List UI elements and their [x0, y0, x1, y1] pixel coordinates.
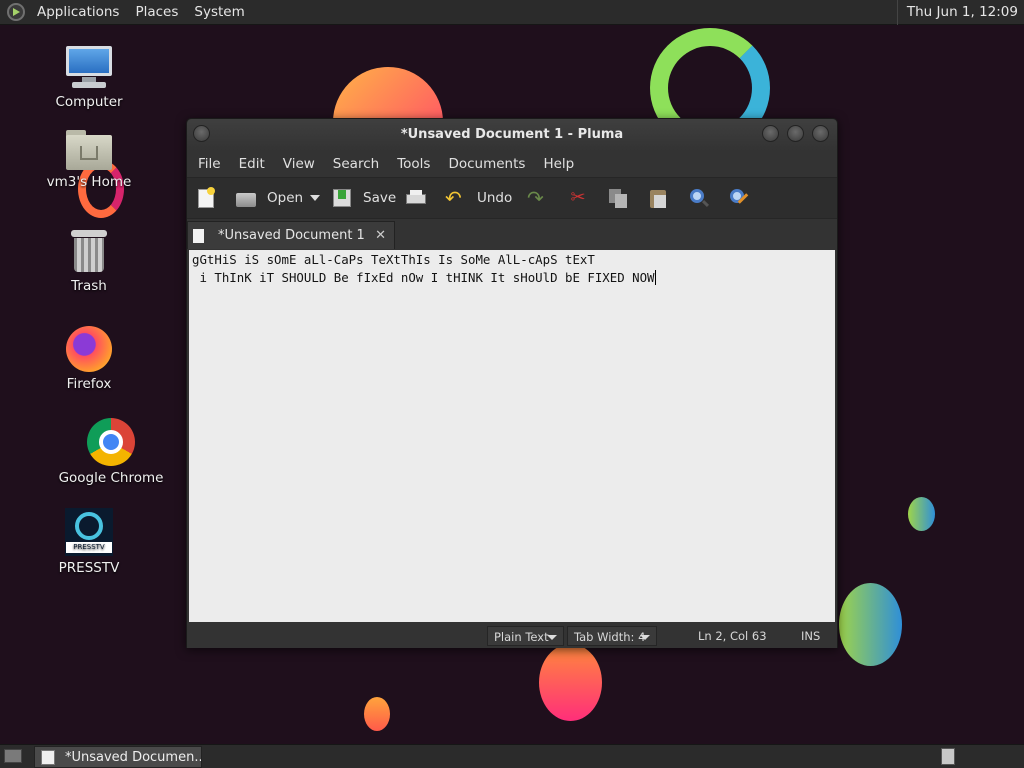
statusbar: Plain Text Tab Width: 4 Ln 2, Col 63 INS: [187, 624, 837, 648]
desktop-presstv[interactable]: PRESSTV PRESSTV: [34, 508, 144, 576]
wallpaper-teal-blob: [908, 497, 935, 531]
presstv-logo-text: PRESSTV: [66, 542, 112, 553]
desktop-icon-label: PRESSTV: [58, 560, 120, 576]
save-icon: [331, 187, 353, 209]
cut-icon: ✂: [570, 187, 586, 208]
new-document-icon: [195, 187, 217, 209]
menu-tools[interactable]: Tools: [388, 151, 439, 177]
redo-button[interactable]: ↷: [527, 181, 567, 215]
paste-button[interactable]: [647, 181, 687, 215]
menu-edit[interactable]: Edit: [230, 151, 274, 177]
computer-icon: [64, 44, 114, 90]
save-button[interactable]: Save: [331, 181, 405, 215]
desktop-firefox[interactable]: Firefox: [34, 326, 144, 392]
find-replace-button[interactable]: [727, 181, 767, 215]
desktop-icon-label: Trash: [71, 278, 107, 294]
desktop-trash[interactable]: Trash: [34, 230, 144, 294]
desktop-icon-label: Google Chrome: [58, 470, 164, 486]
language-selector[interactable]: Plain Text: [487, 626, 564, 646]
chevron-down-icon: [547, 635, 557, 640]
desktop-home[interactable]: vm3's Home: [34, 130, 144, 190]
menu-view[interactable]: View: [274, 151, 324, 177]
insert-mode: INS: [801, 629, 821, 643]
document-tabbar: *Unsaved Document 1 ✕: [187, 219, 837, 249]
find-button[interactable]: [687, 181, 727, 215]
applications-menu[interactable]: Applications: [29, 0, 127, 25]
open-dropdown-button[interactable]: [307, 181, 331, 215]
find-replace-icon: [727, 187, 749, 209]
chevron-down-icon: [640, 635, 650, 640]
document-icon: [193, 228, 204, 243]
undo-button[interactable]: ↶ Undo: [439, 181, 527, 215]
cut-button[interactable]: ✂: [567, 181, 607, 215]
top-panel: Applications Places System Thu Jun 1, 12…: [0, 0, 1024, 25]
window-titlebar[interactable]: *Unsaved Document 1 - Pluma: [187, 119, 837, 151]
search-icon: [687, 187, 710, 209]
desktop-icon-label: vm3's Home: [46, 174, 132, 190]
editor-line-2: i ThInK iT SHOULD Be fIxEd nOw I tHINK I…: [192, 270, 656, 285]
window-menu-button[interactable]: [193, 125, 210, 142]
desktop-chrome[interactable]: Google Chrome: [56, 418, 166, 486]
chevron-down-icon: [310, 195, 320, 201]
paste-icon: [647, 187, 669, 209]
new-button[interactable]: [195, 181, 235, 215]
menubar: File Edit View Search Tools Documents He…: [187, 151, 837, 177]
pluma-app-icon: [41, 749, 55, 765]
text-editor-area[interactable]: gGtHiS iS sOmE aLl-CaPs TeXtThIs Is SoMe…: [189, 250, 835, 622]
undo-icon: ↶: [445, 186, 462, 210]
workspace-switcher[interactable]: [941, 748, 955, 765]
taskbar-button-pluma[interactable]: *Unsaved Documen...: [34, 746, 202, 768]
menu-help[interactable]: Help: [534, 151, 583, 177]
show-desktop-icon[interactable]: [4, 749, 22, 763]
tab-label: *Unsaved Document 1: [218, 228, 365, 243]
desktop-computer[interactable]: Computer: [34, 44, 144, 110]
wallpaper-pink-blob: [539, 644, 602, 721]
text-cursor: [654, 270, 656, 285]
window-title: *Unsaved Document 1 - Pluma: [400, 127, 624, 142]
editor-line-1: gGtHiS iS sOmE aLl-CaPs TeXtThIs Is SoMe…: [192, 252, 595, 267]
wallpaper-small-orange-blob: [364, 697, 390, 731]
mate-menu-icon[interactable]: [7, 3, 25, 21]
wallpaper-green-blob: [839, 583, 902, 666]
clock[interactable]: Thu Jun 1, 12:09: [896, 0, 1024, 25]
close-button[interactable]: [812, 125, 829, 142]
chrome-icon: [87, 418, 135, 466]
bottom-panel: *Unsaved Documen...: [0, 744, 1024, 768]
presstv-icon: PRESSTV: [65, 508, 113, 556]
trash-icon: [71, 230, 107, 274]
tab-unsaved-document-1[interactable]: *Unsaved Document 1 ✕: [187, 221, 395, 249]
menu-documents[interactable]: Documents: [439, 151, 534, 177]
redo-icon: ↷: [527, 186, 544, 210]
open-button[interactable]: Open: [235, 181, 307, 215]
pluma-window: *Unsaved Document 1 - Pluma File Edit Vi…: [186, 118, 838, 648]
places-menu[interactable]: Places: [127, 0, 186, 25]
maximize-button[interactable]: [787, 125, 804, 142]
cursor-position: Ln 2, Col 63: [698, 629, 767, 643]
menu-search[interactable]: Search: [324, 151, 388, 177]
copy-icon: [607, 187, 629, 209]
tab-width-selector[interactable]: Tab Width: 4: [567, 626, 657, 646]
printer-icon: [405, 187, 427, 209]
copy-button[interactable]: [607, 181, 647, 215]
print-button[interactable]: [405, 181, 439, 215]
system-menu[interactable]: System: [186, 0, 252, 25]
taskbar-label: *Unsaved Documen...: [65, 749, 202, 765]
firefox-icon: [66, 326, 112, 372]
home-folder-icon: [66, 130, 112, 170]
tab-close-icon[interactable]: ✕: [375, 228, 386, 243]
minimize-button[interactable]: [762, 125, 779, 142]
toolbar: Open Save ↶ Undo ↷ ✂: [187, 177, 837, 219]
open-folder-icon: [235, 187, 257, 209]
menu-file[interactable]: File: [189, 151, 230, 177]
desktop-icon-label: Computer: [55, 94, 123, 110]
desktop-icon-label: Firefox: [66, 376, 112, 392]
